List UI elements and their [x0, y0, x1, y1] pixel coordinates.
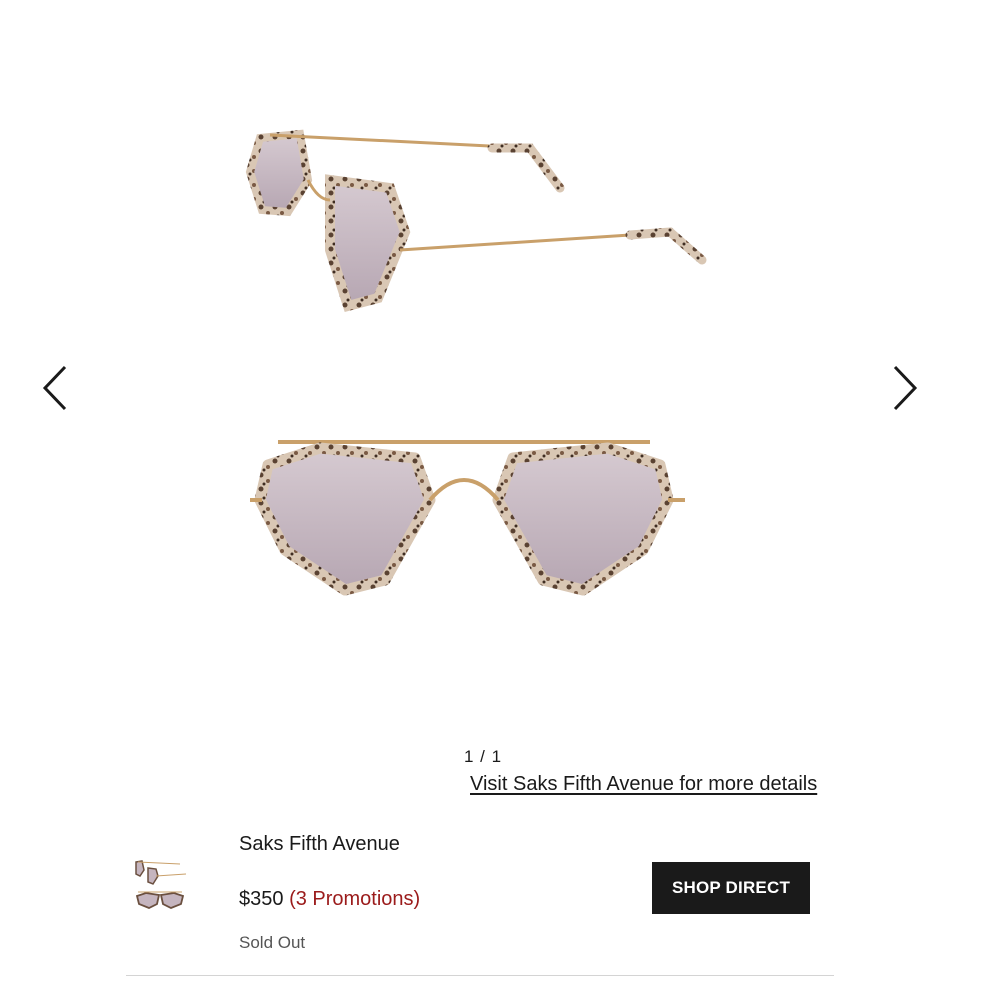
sunglasses-thumbnail-image [135, 860, 187, 909]
product-thumbnail[interactable] [132, 856, 188, 916]
shop-direct-button[interactable]: SHOP DIRECT [652, 862, 810, 914]
chevron-left-icon [42, 365, 67, 411]
promotions-link[interactable]: (3 Promotions) [289, 888, 420, 910]
price: $350 [239, 888, 284, 910]
sunglasses-image [245, 129, 707, 596]
details-link[interactable]: Visit Saks Fifth Avenue for more details [470, 773, 817, 796]
next-image-button[interactable] [885, 358, 925, 418]
retailer-name: Saks Fifth Avenue [239, 833, 400, 855]
divider [126, 975, 834, 976]
product-image [230, 120, 710, 610]
chevron-right-icon [893, 365, 918, 411]
price-line: $350 (3 Promotions) [239, 888, 420, 911]
previous-image-button[interactable] [35, 358, 75, 418]
retailer-offer: Saks Fifth Avenue $350 (3 Promotions) So… [126, 828, 834, 976]
image-counter: 1 / 1 [464, 747, 503, 766]
stock-status: Sold Out [239, 933, 306, 952]
